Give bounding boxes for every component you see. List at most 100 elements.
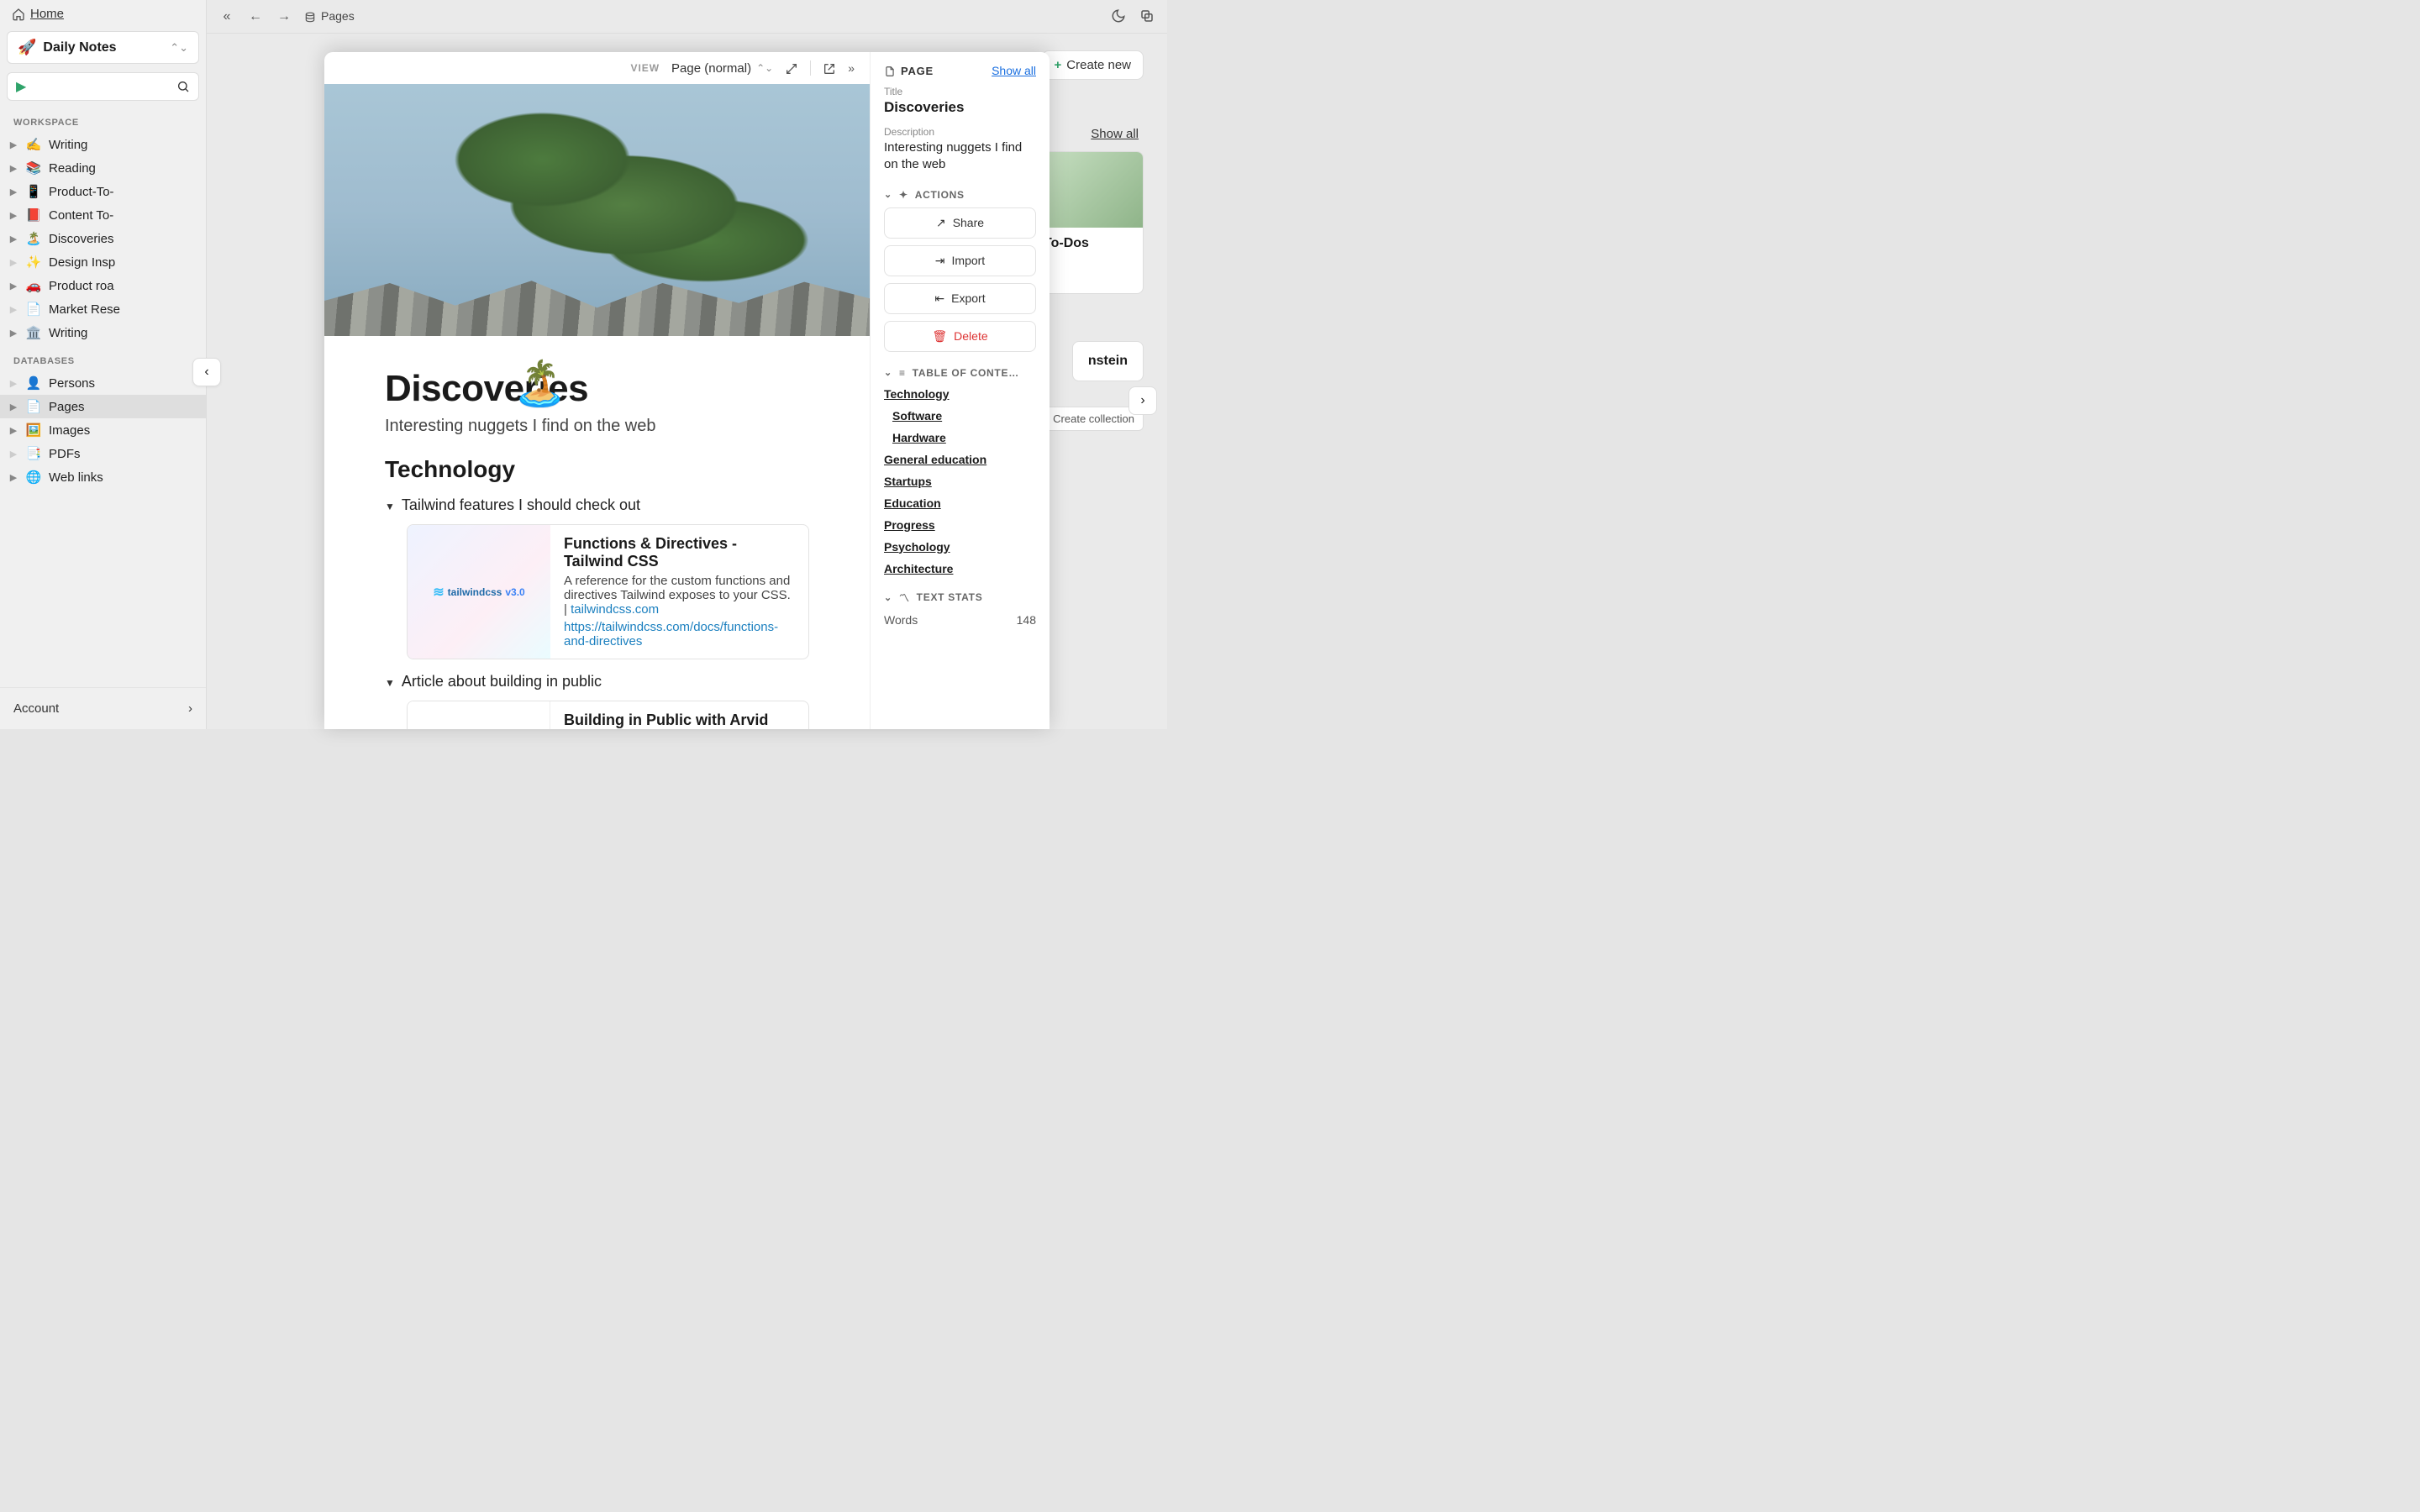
toc-psychology[interactable]: Psychology [884,540,1036,554]
sidebar-item-design-insp[interactable]: ▶✨Design Insp [0,250,206,274]
sidebar-item-discoveries[interactable]: ▶🏝️Discoveries [0,227,206,250]
view-label: VIEW [631,62,660,74]
export-button[interactable]: ⇤ Export [884,283,1036,314]
section-databases-label: DATABASES [0,344,206,371]
search-bar[interactable]: ▶ [7,72,199,101]
triangle-down-icon[interactable]: ▼ [385,677,395,689]
db-item-weblinks[interactable]: ▶🌐Web links [0,465,206,489]
link-title: Functions & Directives - Tailwind CSS [564,535,795,570]
tailwind-logo-icon: ≋ [433,584,444,601]
link-desc: A reference for the custom functions and… [564,574,795,617]
toc-section[interactable]: ⌄ ≡ TABLE OF CONTE… [884,367,1036,379]
link-title: Building in Public with Arvid Kahl [564,711,795,729]
sidebar-item-writing[interactable]: ▶✍️Writing [0,133,206,156]
page-title[interactable]: Discoveries [385,368,809,410]
pdf-icon: 📑 [25,446,42,461]
inspector-title[interactable]: Discoveries [884,99,1036,116]
section-workspace-label: WORKSPACE [0,106,206,133]
chevron-down-icon: ⌄ [884,367,892,378]
link-card-tailwind[interactable]: ≋ tailwindcss v3.0 Functions & Directive… [407,524,809,659]
nav-back-icon[interactable]: ← [247,9,264,24]
breadcrumb[interactable]: Pages [304,9,355,23]
inspector-desc[interactable]: Interesting nuggets I find on the web [884,139,1036,174]
search-icon[interactable] [176,79,190,94]
theme-toggle-icon[interactable] [1110,8,1127,24]
chevron-updown-icon: ⌃⌄ [756,62,773,74]
expand-icon[interactable] [785,60,798,75]
toc-architecture[interactable]: Architecture [884,562,1036,575]
page-cover[interactable] [324,84,870,336]
toc-startups[interactable]: Startups [884,475,1036,488]
share-icon: ↗ [936,216,946,230]
db-item-images[interactable]: ▶🖼️Images [0,418,206,442]
chevron-right-icon: › [188,701,192,716]
words-label: Words [884,613,918,627]
toc-hardware[interactable]: Hardware [892,431,1036,444]
home-icon [12,8,25,21]
page-emoji[interactable]: 🏝️ [513,358,567,409]
image-icon: 🖼️ [25,423,42,438]
inspector-show-all[interactable]: Show all [992,64,1036,77]
toc-progress[interactable]: Progress [884,518,1036,532]
home-label: Home [30,7,64,21]
workspace-name: Daily Notes [43,40,116,55]
cards-next-button[interactable]: › [1128,386,1157,415]
sidebar-item-market-research[interactable]: ▶📄Market Rese [0,297,206,321]
chevron-updown-icon: ⌃⌄ [170,41,188,55]
database-icon [304,9,316,23]
delete-button[interactable]: 🗑 Delete [884,321,1036,352]
nav-forward-icon[interactable]: → [276,9,292,24]
workspace-emoji: 🚀 [18,39,36,56]
page-card[interactable]: To-Dos [1034,151,1144,294]
actions-section[interactable]: ⌄ ✦ ACTIONS [884,189,1036,201]
toc-education[interactable]: Education [884,496,1036,510]
chevron-down-icon: ⌄ [884,189,892,200]
list-icon: ≡ [899,367,906,379]
sidebar-item-content-todos[interactable]: ▶📕Content To- [0,203,206,227]
toc-technology[interactable]: Technology [884,387,1036,401]
toc-software[interactable]: Software [892,409,1036,423]
modal-topbar: VIEW Page (normal) ⌃⌄ » [324,52,870,84]
db-item-pages[interactable]: ▶📄Pages [0,395,206,418]
share-button[interactable]: ↗ Share [884,207,1036,239]
stats-section[interactable]: ⌄ 〽 TEXT STATS [884,591,1036,605]
copy-icon[interactable] [1139,8,1155,24]
triangle-down-icon[interactable]: ▼ [385,501,395,512]
globe-icon: 🌐 [25,470,42,485]
page-modal: VIEW Page (normal) ⌃⌄ » 🏝️ [324,52,1050,729]
home-link[interactable]: Home [0,0,206,28]
trash-icon: 🗑 [932,329,947,344]
toggle-tailwind[interactable]: ▼ Tailwind features I should check out [385,496,809,514]
sidebar-item-product-todos[interactable]: ▶📱Product-To- [0,180,206,203]
page-description[interactable]: Interesting nuggets I find on the web [385,417,809,436]
view-switcher[interactable]: Page (normal) ⌃⌄ [671,61,773,76]
sidebar-item-reading[interactable]: ▶📚Reading [0,156,206,180]
toc-general-education[interactable]: General education [884,453,1036,466]
card-cover [1035,152,1143,228]
sidebar: Home 🚀 Daily Notes ⌃⌄ ▶ WORKSPACE ▶✍️Wri… [0,0,207,729]
close-modal-icon[interactable]: » [848,61,855,75]
quick-actions-icon[interactable]: ▶ [16,78,26,95]
sidebar-item-product-roadmap[interactable]: ▶🚗Product roa [0,274,206,297]
account-link[interactable]: Account › [0,687,206,729]
inspector-panel: PAGE Show all Title Discoveries Descript… [870,52,1050,729]
page-body: Discoveries Interesting nuggets I find o… [324,336,870,729]
import-button[interactable]: ⇥ Import [884,245,1036,276]
topbar: « ← → Pages [207,0,1167,34]
sidebar-item-writing-2[interactable]: ▶🏛️Writing [0,321,206,344]
workspace-switcher[interactable]: 🚀 Daily Notes ⌃⌄ [7,31,199,64]
db-item-persons[interactable]: ▶👤Persons [0,371,206,395]
create-new-button[interactable]: + Create new [1042,50,1144,80]
db-item-pdfs[interactable]: ▶📑PDFs [0,442,206,465]
open-external-icon[interactable] [823,60,836,75]
collapse-sidebar-button[interactable]: ‹ [192,358,221,386]
page-icon [884,64,896,77]
link-card-arvid[interactable]: ▦ 🌐 💻 Building in Public with Arvid Kahl… [407,701,809,729]
link-thumb: ▦ 🌐 💻 [408,701,550,729]
person-pill[interactable]: nstein [1072,341,1144,381]
chevron-down-icon: ⌄ [884,592,892,603]
nav-collapse-icon[interactable]: « [218,9,235,24]
section-technology[interactable]: Technology [385,456,809,483]
toggle-building-public[interactable]: ▼ Article about building in public [385,673,809,690]
plus-icon: + [1055,58,1062,72]
